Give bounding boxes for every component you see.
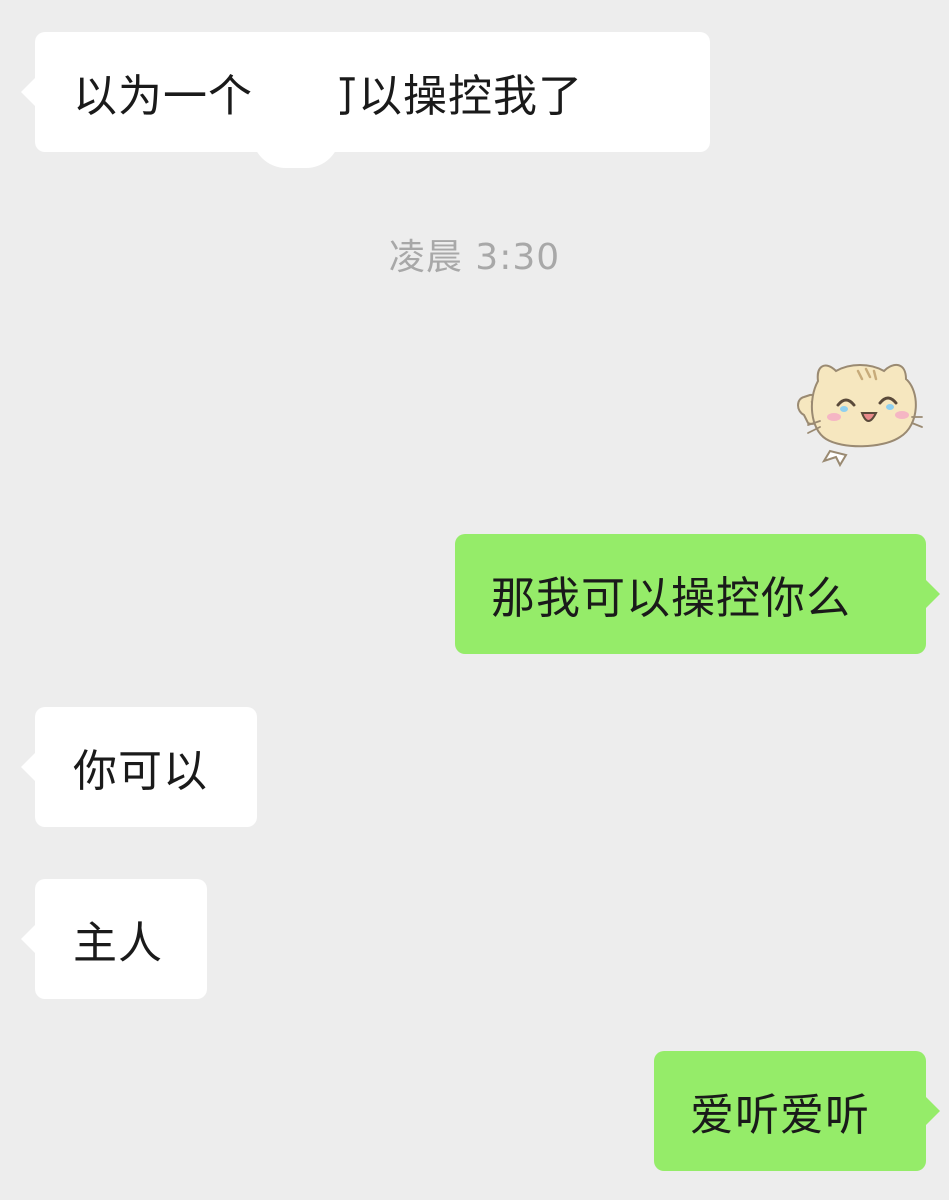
message-text: 那我可以操控你么 xyxy=(491,573,851,624)
message-text: 爱听爱听 xyxy=(690,1090,870,1141)
timestamp: 凌晨 3:30 xyxy=(388,237,561,278)
incoming-message-bubble[interactable]: 主人 xyxy=(21,879,207,999)
message-text: 主人 xyxy=(73,918,163,969)
incoming-message-bubble[interactable]: 以为一个 就可以操控我了 xyxy=(21,32,710,152)
outgoing-message-bubble[interactable]: 爱听爱听 xyxy=(654,1051,940,1171)
message-text: 你可以 xyxy=(73,746,208,797)
bubble-tail xyxy=(926,1097,940,1125)
outgoing-message-bubble[interactable]: 那我可以操控你么 xyxy=(455,534,940,654)
bubble-tail xyxy=(21,925,35,953)
smiling-cat-sticker-icon[interactable] xyxy=(790,355,930,475)
bubble-tail xyxy=(21,78,35,106)
incoming-message-bubble[interactable]: 你可以 xyxy=(21,707,257,827)
bubble-tail xyxy=(21,753,35,781)
redaction-mark xyxy=(252,48,340,168)
bubble-tail xyxy=(926,580,940,608)
